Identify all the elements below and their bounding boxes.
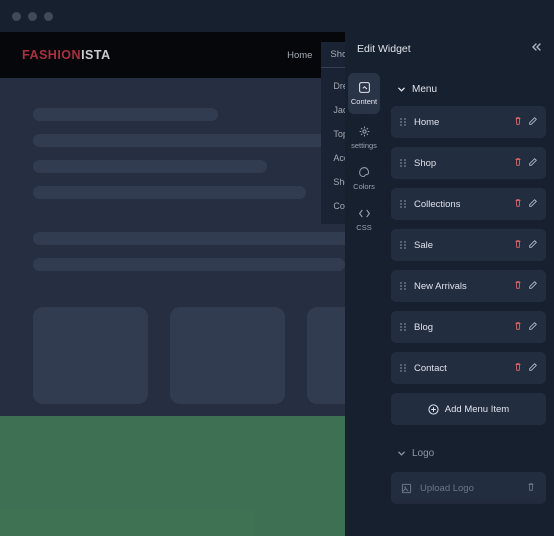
image-icon [401, 483, 412, 494]
window-controls [12, 12, 53, 21]
trash-icon[interactable] [513, 321, 523, 334]
nav-home[interactable]: Home [278, 42, 321, 68]
plus-circle-icon [428, 404, 439, 415]
upload-logo-row[interactable]: Upload Logo [391, 472, 546, 504]
menu-item[interactable]: Home [391, 106, 546, 138]
menu-item-label: Blog [414, 322, 433, 333]
logo: FASHIONISTA [22, 46, 111, 64]
menu-item[interactable]: Collections [391, 188, 546, 220]
edit-icon[interactable] [528, 280, 538, 293]
minimize-window-dot[interactable] [28, 12, 37, 21]
skeleton-card [33, 307, 148, 404]
menu-item[interactable]: Sale [391, 229, 546, 261]
trash-icon[interactable] [513, 239, 523, 252]
logo-part-1: FASHION [22, 48, 81, 62]
trash-icon[interactable] [526, 482, 536, 495]
app-window: FASHIONISTA Home Shop Dresses Jackets To… [0, 0, 554, 536]
logo-section-header[interactable]: Logo [391, 439, 546, 468]
maximize-window-dot[interactable] [44, 12, 53, 21]
panel-title: Edit Widget [357, 43, 411, 55]
menu-item[interactable]: Shop [391, 147, 546, 179]
drag-handle-icon[interactable] [399, 199, 407, 209]
close-window-dot[interactable] [12, 12, 21, 21]
drag-handle-icon[interactable] [399, 281, 407, 291]
menu-item-label: New Arrivals [414, 281, 467, 292]
logo-part-2: ISTA [81, 48, 111, 62]
skeleton-line [33, 160, 267, 173]
skeleton-line [33, 258, 345, 271]
drag-handle-icon[interactable] [399, 322, 407, 332]
menu-item-label: Sale [414, 240, 433, 251]
trash-icon[interactable] [513, 280, 523, 293]
edit-icon[interactable] [528, 157, 538, 170]
edit-icon[interactable] [528, 362, 538, 375]
tab-settings[interactable]: settings [345, 117, 383, 158]
drag-handle-icon[interactable] [399, 363, 407, 373]
edit-widget-panel: Edit Widget Content settings Colors [345, 32, 554, 536]
menu-item-label: Collections [414, 199, 460, 210]
titlebar [0, 0, 554, 32]
skeleton-card [170, 307, 285, 404]
drag-handle-icon[interactable] [399, 158, 407, 168]
drag-handle-icon[interactable] [399, 240, 407, 250]
trash-icon[interactable] [513, 198, 523, 211]
menu-item[interactable]: New Arrivals [391, 270, 546, 302]
chevron-down-icon [397, 85, 406, 94]
skeleton-line [33, 108, 218, 121]
add-menu-item-button[interactable]: Add Menu Item [391, 393, 546, 425]
edit-icon[interactable] [528, 116, 538, 129]
trash-icon[interactable] [513, 157, 523, 170]
trash-icon[interactable] [513, 116, 523, 129]
menu-item[interactable]: Blog [391, 311, 546, 343]
collapse-icon[interactable] [530, 42, 542, 55]
panel-body: Menu Home Shop Collections Sale New Arri [383, 69, 554, 536]
menu-item-label: Shop [414, 158, 436, 169]
menu-item-label: Home [414, 117, 439, 128]
menu-item[interactable]: Contact [391, 352, 546, 384]
tab-content[interactable]: Content [348, 73, 380, 114]
menu-item-label: Contact [414, 363, 447, 374]
drag-handle-icon[interactable] [399, 117, 407, 127]
panel-side-tabs: Content settings Colors CSS [345, 70, 383, 240]
tab-css[interactable]: CSS [345, 199, 383, 240]
chevron-down-icon [397, 449, 406, 458]
trash-icon[interactable] [513, 362, 523, 375]
tab-colors[interactable]: Colors [345, 158, 383, 199]
skeleton-line [33, 186, 306, 199]
panel-header: Edit Widget [345, 32, 554, 69]
content-area: FASHIONISTA Home Shop Dresses Jackets To… [0, 32, 554, 536]
menu-items-list: Home Shop Collections Sale New Arrivals [391, 106, 546, 384]
skeleton-line [33, 134, 345, 147]
menu-section-header[interactable]: Menu [391, 75, 546, 104]
edit-icon[interactable] [528, 239, 538, 252]
edit-icon[interactable] [528, 321, 538, 334]
edit-icon[interactable] [528, 198, 538, 211]
